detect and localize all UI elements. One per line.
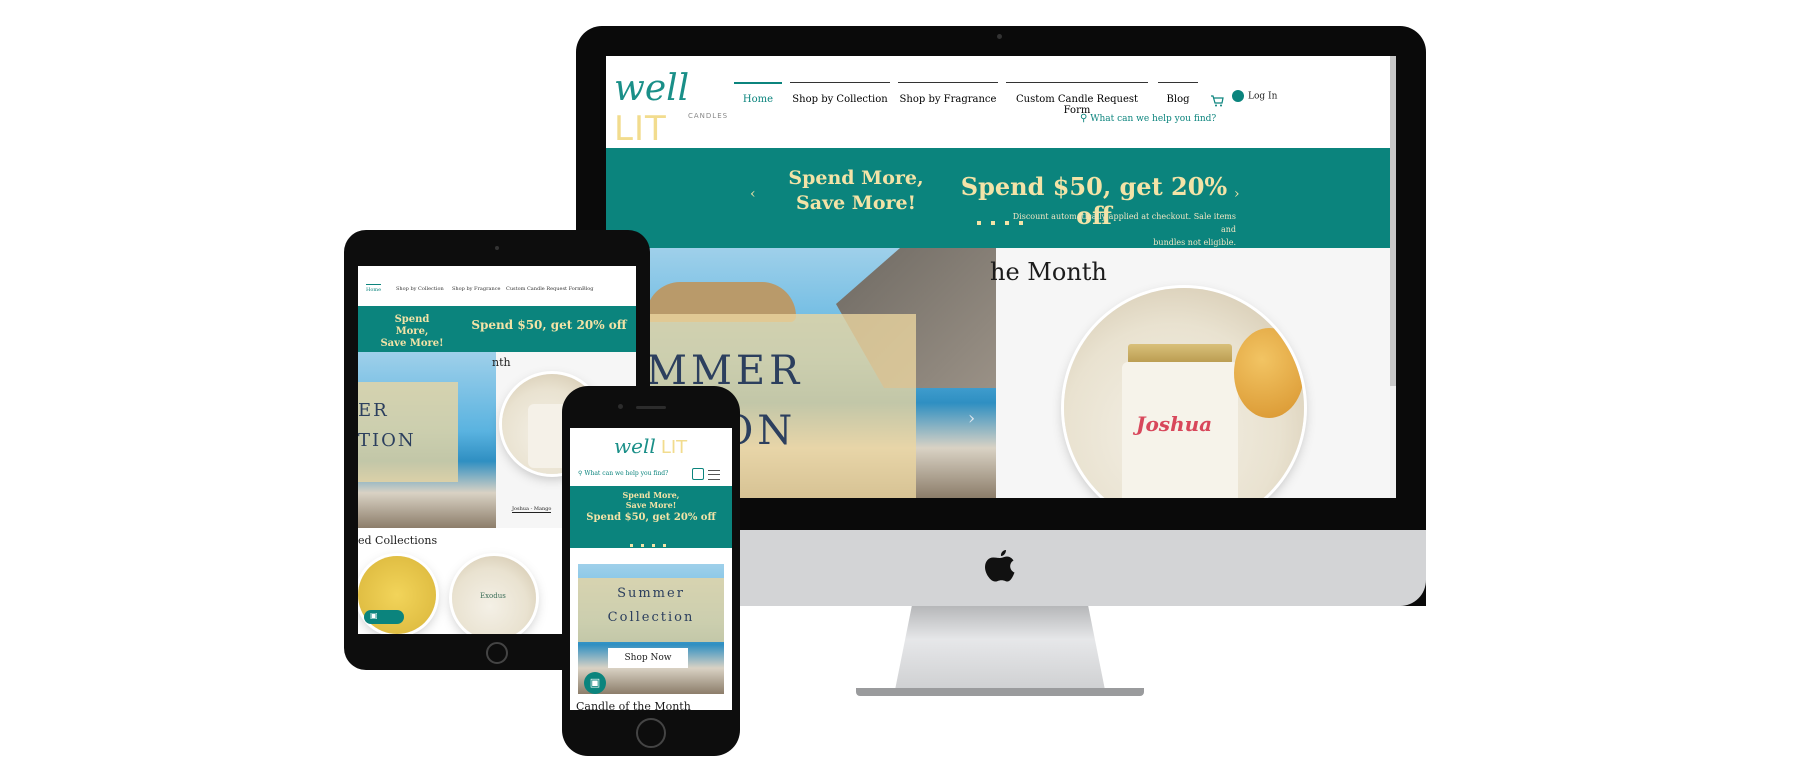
phone-home-button[interactable] [636, 718, 666, 748]
phone-logo-well: well [614, 434, 656, 458]
promo-subtext: Discount automatically applied at checko… [996, 210, 1236, 249]
phone-search-placeholder: What can we help you find? [584, 470, 669, 477]
tablet-gift-button[interactable]: ▣ [364, 610, 404, 624]
phone-promo-left-line2: Save More! [625, 500, 677, 510]
user-icon [1232, 90, 1244, 102]
phone-hero-line2: Collection [607, 610, 695, 625]
promo-left: Spend More, Save More! [776, 166, 936, 216]
nav-blog-label: Blog [1166, 94, 1190, 105]
phone-search-icon: ⚲ [578, 470, 583, 477]
login-button[interactable]: Log In [1232, 90, 1292, 106]
tablet-nav-fragrance[interactable]: Shop by Fragrance [452, 286, 500, 292]
tablet-camera [495, 246, 499, 250]
phone-logo-lit: LIT [660, 437, 688, 458]
apple-logo-icon [982, 548, 1018, 586]
nav-shop-fragrance-label: Shop by Fragrance [899, 94, 997, 105]
logo-well: well [614, 68, 690, 109]
tablet-exodus-label: Exodus [480, 592, 506, 600]
phone-candle-heading: Candle of the Month [576, 700, 691, 710]
promo-banner: ‹ Spend More, Save More! Spend $50, get … [606, 148, 1390, 248]
mango-fruit [1234, 328, 1304, 418]
login-label: Log In [1248, 91, 1278, 102]
search-placeholder: What can we help you find? [1090, 114, 1217, 124]
hamburger-menu-icon[interactable] [708, 470, 720, 480]
nav-shop-collection-label: Shop by Collection [792, 94, 888, 105]
phone-search-bar[interactable]: ⚲ What can we help you find? [578, 470, 678, 477]
candle-label: Joshua [1136, 412, 1213, 436]
tablet-nav-home[interactable]: Home [366, 284, 382, 293]
promo-left-line1: Spend More, [788, 167, 924, 189]
shop-now-button[interactable]: Shop Now [608, 648, 688, 668]
tablet-promo-banner: Spend More, Save More! Spend $50, get 20… [358, 306, 636, 352]
phone-promo-left: Spend More, Save More! [570, 490, 732, 510]
imac-stand-base [856, 688, 1144, 696]
nav-shop-collection[interactable]: Shop by Collection [790, 82, 890, 118]
imac-stand [895, 606, 1105, 690]
phone-promo-dots [626, 532, 670, 551]
site-logo[interactable]: well LIT CANDLES [614, 68, 734, 149]
tablet-nav: Home Shop by Collection Shop by Fragranc… [358, 276, 636, 296]
promo-left-line2: Save More! [796, 192, 916, 214]
search-icon: ⚲ [1080, 113, 1088, 124]
phone-promo-left-line1: Spend More, [622, 490, 680, 500]
tablet-hero-line1: ER [358, 400, 389, 421]
tablet-gift-icon: ▣ [370, 611, 378, 620]
imac-camera [997, 34, 1002, 39]
main-nav: Home Shop by Collection Shop by Fragranc… [734, 82, 1234, 116]
phone-camera [618, 404, 623, 409]
tablet-home-button[interactable] [486, 642, 508, 664]
tablet-nav-collection[interactable]: Shop by Collection [396, 286, 444, 292]
nav-home[interactable]: Home [734, 82, 782, 118]
candle-of-month-heading: he Month [990, 258, 1107, 286]
phone-screen: well LIT ⚲ What can we help you find? Sp… [570, 428, 732, 710]
tablet-candle-heading: nth [492, 356, 511, 369]
candle-jar: Joshua [1122, 362, 1238, 498]
nav-home-label: Home [742, 94, 774, 105]
tablet-nav-custom[interactable]: Custom Candle Request Form [506, 286, 582, 292]
phone-cart-icon[interactable] [692, 468, 704, 480]
tablet-hero-line2: TION [358, 430, 416, 451]
tablet-nav-blog[interactable]: Blog [582, 286, 593, 292]
phone-logo[interactable]: well LIT [614, 434, 694, 464]
tablet-candle-caption: Joshua - Mango [512, 506, 552, 513]
tablet-promo-left: Spend More, Save More! [378, 314, 446, 350]
hero-next-arrow[interactable]: › [968, 408, 975, 429]
desktop-scrollbar[interactable] [1390, 56, 1396, 498]
candle-lid [1128, 344, 1232, 364]
phone-promo-banner: Spend More, Save More! Spend $50, get 20… [570, 486, 732, 548]
phone-speaker [636, 406, 666, 409]
tablet-promo-headline: Spend $50, get 20% off [471, 318, 627, 332]
cart-icon[interactable] [1210, 92, 1224, 107]
tablet-featured-heading: ed Collections [358, 534, 438, 547]
logo-tagline: CANDLES [688, 112, 729, 120]
nav-shop-fragrance[interactable]: Shop by Fragrance [898, 82, 998, 118]
tablet-promo-left-line2: Save More! [380, 338, 444, 349]
search-bar[interactable]: ⚲ What can we help you find? [1080, 113, 1280, 127]
candle-of-month-section: he Month Joshua [990, 248, 1396, 498]
featured-candle-image[interactable]: Joshua [1064, 288, 1304, 498]
gift-icon[interactable]: ▣ [584, 672, 606, 694]
promo-prev-arrow[interactable]: ‹ [750, 186, 756, 202]
tablet-promo-left-line1: Spend More, [394, 314, 430, 337]
logo-lit: LIT [614, 109, 667, 149]
tablet-hero-image: ER TION [358, 352, 496, 528]
promo-next-arrow[interactable]: › [1234, 186, 1240, 202]
phone-hero-line1: Summer [617, 586, 685, 601]
tablet-collection-exodus[interactable]: Exodus [452, 556, 536, 634]
phone-promo-headline: Spend $50, get 20% off [586, 512, 716, 523]
promo-subtext-line1: Discount automatically applied at checko… [1012, 212, 1236, 234]
